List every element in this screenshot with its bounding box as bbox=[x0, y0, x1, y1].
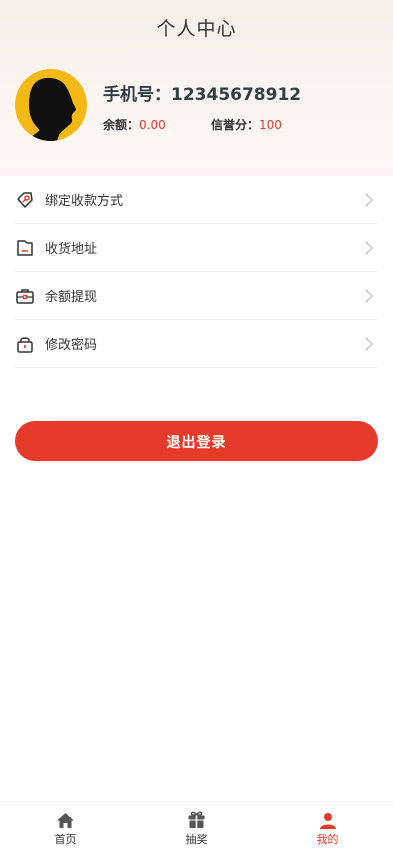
bottom-tab-bar: 首页 抽奖 我的 bbox=[0, 801, 393, 852]
menu-item-change-password[interactable]: 修改密码 bbox=[15, 320, 378, 368]
address-icon bbox=[15, 238, 35, 258]
tab-mine[interactable]: 我的 bbox=[262, 802, 393, 852]
balance-value: 0.00 bbox=[139, 118, 166, 132]
wallet-icon bbox=[15, 286, 35, 306]
gift-icon bbox=[187, 811, 207, 829]
tab-label: 抽奖 bbox=[185, 833, 208, 846]
phone-row: 手机号：12345678912 bbox=[103, 80, 301, 105]
user-icon bbox=[318, 811, 338, 829]
avatar[interactable] bbox=[15, 69, 87, 141]
tab-label: 我的 bbox=[316, 833, 339, 846]
stats-row: 余额：0.00 信誉分：100 bbox=[103, 116, 282, 133]
credit-label: 信誉分： bbox=[211, 118, 260, 132]
avatar-silhouette-icon bbox=[27, 77, 76, 141]
page-title: 个人中心 bbox=[156, 18, 237, 40]
lock-icon bbox=[15, 334, 35, 354]
phone-value: 12345678912 bbox=[171, 85, 302, 105]
menu-item-withdraw[interactable]: 余额提现 bbox=[15, 272, 378, 320]
chevron-right-icon bbox=[362, 288, 376, 303]
chevron-right-icon bbox=[362, 240, 376, 255]
menu-item-label: 收货地址 bbox=[45, 242, 98, 257]
logout-button[interactable]: 退出登录 bbox=[15, 421, 378, 461]
chevron-right-icon bbox=[362, 336, 376, 351]
section-divider bbox=[0, 168, 393, 176]
phone-label: 手机号： bbox=[103, 85, 171, 105]
menu-item-bind-payment[interactable]: 绑定收款方式 bbox=[15, 176, 378, 224]
menu-item-label: 绑定收款方式 bbox=[45, 194, 124, 209]
settings-menu: 绑定收款方式 收货地址 余额提现 修改密码 bbox=[15, 176, 378, 368]
home-icon bbox=[56, 811, 76, 829]
credit-value: 100 bbox=[259, 118, 282, 132]
balance-label: 余额： bbox=[103, 118, 140, 132]
menu-item-label: 修改密码 bbox=[45, 338, 98, 353]
credit-stat: 信誉分：100 bbox=[211, 116, 282, 133]
menu-item-address[interactable]: 收货地址 bbox=[15, 224, 378, 272]
menu-item-label: 余额提现 bbox=[45, 290, 98, 305]
chevron-right-icon bbox=[362, 192, 376, 207]
tab-home[interactable]: 首页 bbox=[0, 802, 131, 852]
tab-lottery[interactable]: 抽奖 bbox=[131, 802, 262, 852]
profile-header: 个人中心 手机号：12345678912 余额：0.00 信誉分：100 bbox=[0, 0, 393, 170]
payment-tag-icon bbox=[15, 190, 35, 210]
tab-label: 首页 bbox=[54, 833, 77, 846]
